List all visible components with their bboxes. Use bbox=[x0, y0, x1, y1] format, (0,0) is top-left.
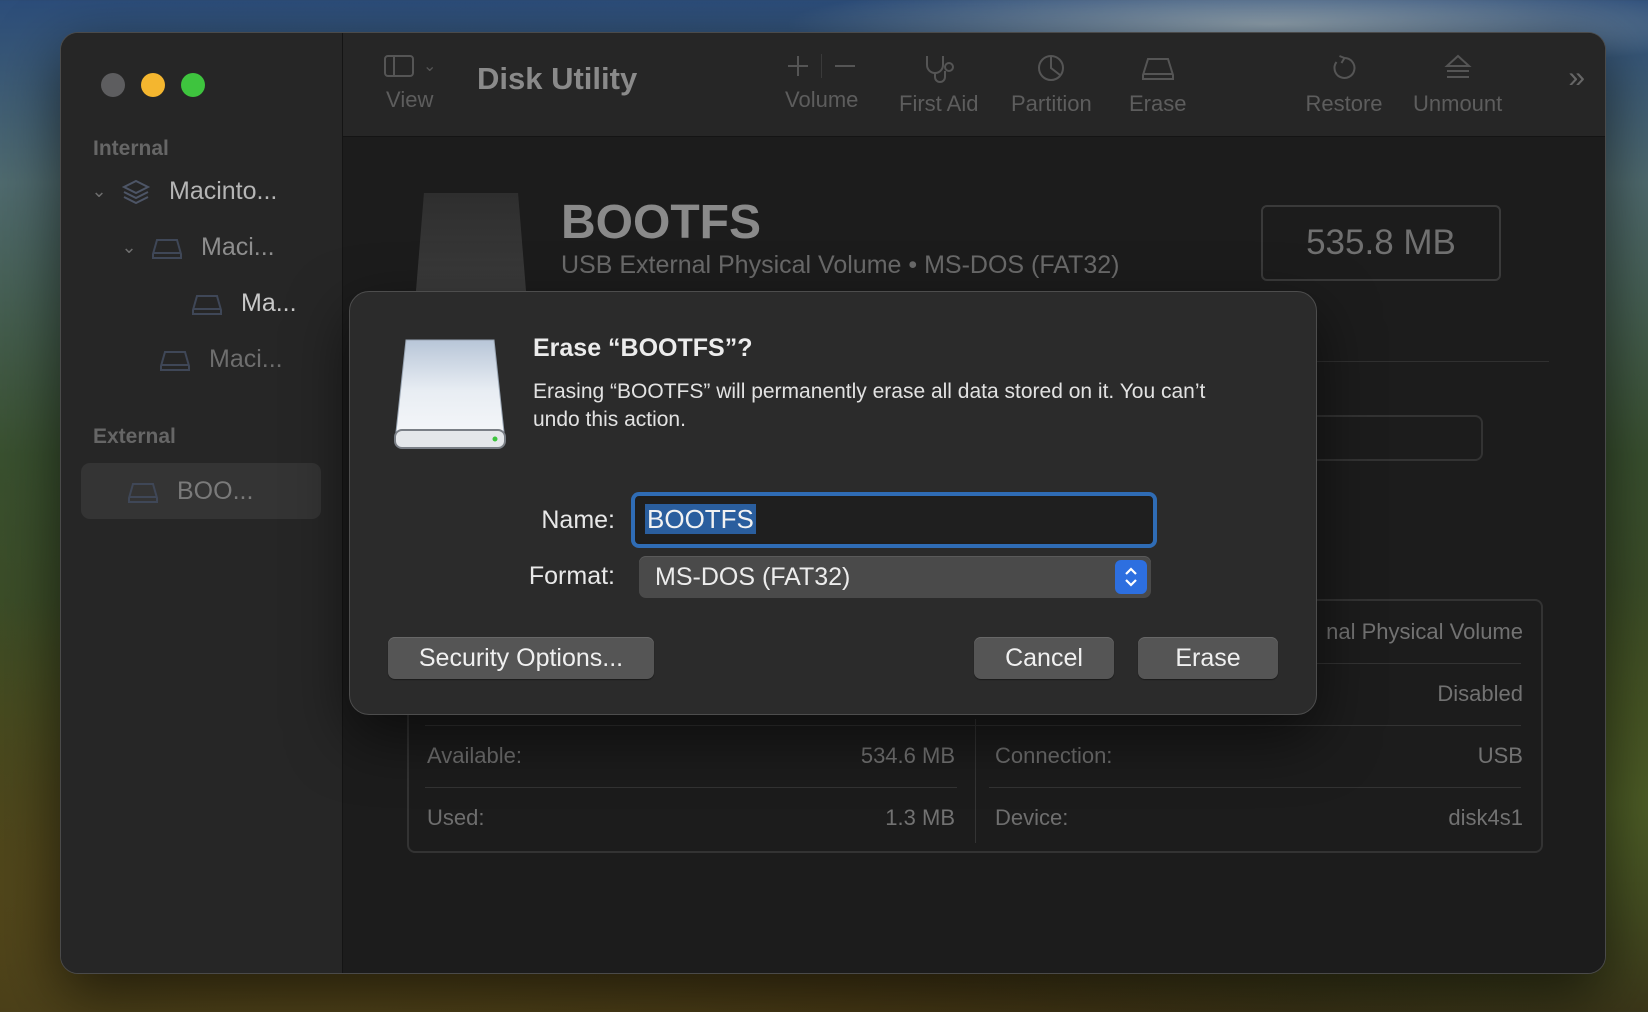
first-aid-button[interactable]: First Aid bbox=[899, 53, 978, 117]
chevron-down-icon[interactable]: ⌄ bbox=[89, 181, 109, 202]
volume-name: BOOTFS bbox=[561, 196, 761, 249]
drive-icon bbox=[160, 350, 190, 371]
sidebar-section-internal: Internal bbox=[93, 137, 169, 160]
sidebar: Internal ⌄ Macinto... ⌄ Maci... Ma... Ma… bbox=[61, 33, 343, 973]
erase-button[interactable]: Erase bbox=[1138, 637, 1278, 679]
view-button[interactable]: ⌄ View bbox=[383, 53, 436, 113]
sidebar-item-macintosh-volume[interactable]: ⌄ Maci... bbox=[119, 233, 275, 262]
connection-label: Connection: bbox=[995, 743, 1113, 768]
format-select-value: MS-DOS (FAT32) bbox=[655, 562, 851, 591]
zoom-button[interactable] bbox=[181, 73, 205, 97]
first-aid-label: First Aid bbox=[899, 91, 979, 116]
toolbar-overflow-icon[interactable]: » bbox=[1568, 61, 1585, 95]
stethoscope-icon bbox=[925, 56, 954, 83]
window-controls bbox=[101, 73, 205, 97]
available-value: 534.6 MB bbox=[860, 743, 955, 768]
sidebar-item-label: Ma... bbox=[241, 289, 297, 317]
external-drive-icon bbox=[394, 339, 506, 449]
name-label: Name: bbox=[541, 506, 615, 534]
eraser-drive-icon bbox=[1141, 58, 1174, 80]
restore-arrow-icon bbox=[1333, 55, 1355, 79]
updown-chevron-icon bbox=[1115, 560, 1147, 594]
sidebar-item-bootfs[interactable]: BOO... bbox=[127, 477, 253, 506]
volume-label: Volume bbox=[785, 87, 859, 112]
device-label: Device: bbox=[995, 805, 1069, 830]
sidebar-item-label: Macinto... bbox=[169, 177, 278, 205]
info-row-connection: Connection: USB bbox=[995, 725, 1523, 787]
eject-icon bbox=[1444, 54, 1472, 78]
sidebar-item-macintosh-data[interactable]: Ma... bbox=[191, 289, 297, 318]
partition-label: Partition bbox=[1011, 91, 1092, 116]
window-title: Disk Utility bbox=[477, 61, 638, 96]
volume-button[interactable]: Volume bbox=[785, 53, 858, 113]
used-label: Used: bbox=[427, 805, 485, 830]
dialog-title: Erase “BOOTFS”? bbox=[533, 334, 753, 362]
pie-chart-icon bbox=[1038, 55, 1065, 81]
format-select[interactable]: MS-DOS (FAT32) bbox=[639, 556, 1151, 598]
erase-toolbar-button[interactable]: Erase bbox=[1129, 53, 1186, 117]
sidebar-item-label: Maci... bbox=[201, 233, 275, 261]
sidebar-item-label: BOO... bbox=[177, 477, 254, 505]
sidebar-item-macintosh-other[interactable]: Maci... bbox=[159, 345, 283, 374]
sidebar-toggle-icon bbox=[384, 55, 414, 77]
sidebar-item-label: Maci... bbox=[209, 345, 283, 373]
drive-icon bbox=[192, 294, 222, 315]
info-row-available: Available: 534.6 MB bbox=[427, 725, 955, 787]
close-button[interactable] bbox=[101, 73, 125, 97]
column-separator bbox=[975, 719, 976, 843]
volume-size: 535.8 MB bbox=[1261, 205, 1501, 281]
drive-icon bbox=[128, 482, 158, 503]
cancel-button[interactable]: Cancel bbox=[974, 637, 1114, 679]
plus-icon bbox=[788, 56, 809, 76]
name-field[interactable]: BOOTFS bbox=[635, 496, 1153, 544]
type-value: nal Physical Volume bbox=[1326, 619, 1523, 644]
info-row-device: Device: disk4s1 bbox=[995, 787, 1523, 849]
erase-label: Erase bbox=[1129, 91, 1187, 116]
volume-drive-icon bbox=[415, 193, 527, 303]
name-field-value: BOOTFS bbox=[645, 504, 756, 534]
security-options-button[interactable]: Security Options... bbox=[388, 637, 654, 679]
unmount-label: Unmount bbox=[1413, 91, 1503, 116]
minus-icon bbox=[835, 65, 856, 67]
view-label: View bbox=[386, 87, 434, 112]
dialog-message: Erasing “BOOTFS” will permanently erase … bbox=[533, 380, 1206, 431]
unmount-button[interactable]: Unmount bbox=[1413, 53, 1502, 117]
erase-dialog: Erase “BOOTFS”? Erasing “BOOTFS” will pe… bbox=[349, 291, 1317, 715]
used-value: 1.3 MB bbox=[885, 805, 955, 830]
volume-subtitle: USB External Physical Volume • MS-DOS (F… bbox=[561, 251, 1120, 279]
sidebar-item-macintosh-container[interactable]: ⌄ Macinto... bbox=[89, 177, 277, 206]
restore-button[interactable]: Restore bbox=[1305, 53, 1383, 117]
device-value: disk4s1 bbox=[1448, 805, 1523, 830]
chevron-down-icon: ⌄ bbox=[423, 58, 437, 75]
restore-label: Restore bbox=[1305, 91, 1383, 116]
connection-value: USB bbox=[1477, 743, 1523, 768]
owners-value: Disabled bbox=[1437, 681, 1523, 706]
minimize-button[interactable] bbox=[141, 73, 165, 97]
format-label: Format: bbox=[528, 562, 615, 590]
toolbar: ⌄ View Disk Utility Volume First Aid Par… bbox=[343, 33, 1605, 137]
available-label: Available: bbox=[427, 743, 522, 768]
drive-icon bbox=[152, 238, 182, 259]
chevron-down-icon[interactable]: ⌄ bbox=[119, 237, 139, 258]
sidebar-section-external: External bbox=[93, 425, 176, 448]
layers-icon bbox=[121, 179, 151, 204]
info-row-used: Used: 1.3 MB bbox=[427, 787, 955, 849]
partition-button[interactable]: Partition bbox=[1011, 53, 1092, 117]
